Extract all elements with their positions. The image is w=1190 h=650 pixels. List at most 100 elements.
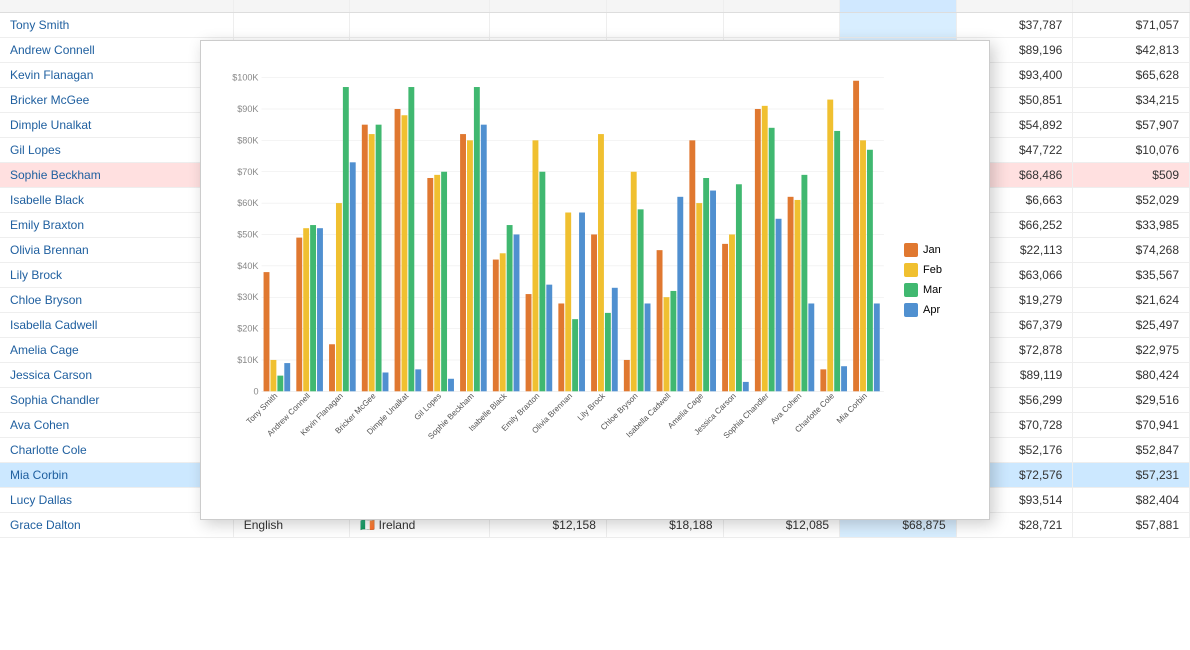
cell-name: Lucy Dallas: [0, 488, 233, 513]
cell-name: Chloe Bryson: [0, 288, 233, 313]
bar: [474, 87, 480, 391]
chart-close-button[interactable]: [973, 49, 981, 53]
col-header-jun: [1073, 0, 1190, 13]
chart-legend: Jan Feb Mar Apr: [894, 56, 974, 504]
cell-jun: $57,907: [1073, 113, 1190, 138]
cell-jan: [490, 13, 607, 38]
cell-jun: $34,215: [1073, 88, 1190, 113]
bar: [841, 366, 847, 391]
legend-label: Jan: [923, 244, 941, 256]
bar: [710, 191, 716, 392]
legend-swatch: [904, 263, 918, 277]
cell-feb: [606, 13, 723, 38]
svg-text:Ava Cohen: Ava Cohen: [769, 391, 804, 426]
bar: [350, 162, 356, 391]
bar: [722, 244, 728, 391]
chart-expand-button[interactable]: [960, 49, 968, 53]
bar: [514, 234, 520, 391]
bar: [383, 372, 389, 391]
bar: [310, 225, 316, 391]
bar: [769, 128, 775, 392]
bar: [296, 238, 302, 392]
col-header-mar: [723, 0, 840, 13]
bar: [834, 131, 840, 391]
bar: [631, 172, 637, 392]
cell-name: Bricker McGee: [0, 88, 233, 113]
col-header-feb: [606, 0, 723, 13]
bar: [565, 213, 571, 392]
cell-name: Olivia Brennan: [0, 238, 233, 263]
legend-label: Feb: [923, 264, 942, 276]
cell-name: Kevin Flanagan: [0, 63, 233, 88]
bar: [755, 109, 761, 391]
col-header-language: [233, 0, 350, 13]
main-container: Tony Smith $37,787 $71,057 Andrew Connel…: [0, 0, 1190, 650]
bar: [441, 172, 447, 392]
chart-toolbar: [960, 49, 981, 53]
svg-text:$80K: $80K: [237, 135, 258, 145]
cell-mar: [723, 13, 840, 38]
bar: [526, 294, 532, 391]
col-header-country: [350, 0, 490, 13]
svg-text:$70K: $70K: [237, 167, 258, 177]
svg-text:$100K: $100K: [232, 73, 258, 83]
bar: [303, 228, 309, 391]
legend-item: Apr: [904, 303, 974, 317]
cell-jun: $42,813: [1073, 38, 1190, 63]
bar: [743, 382, 749, 391]
bar: [689, 140, 695, 391]
bar: [533, 140, 539, 391]
cell-jun: $70,941: [1073, 413, 1190, 438]
bar: [696, 203, 702, 391]
svg-text:$10K: $10K: [237, 355, 258, 365]
bar: [853, 81, 859, 392]
cell-name: Jessica Carson: [0, 363, 233, 388]
bar: [284, 363, 290, 391]
svg-text:$40K: $40K: [237, 261, 258, 271]
bar: [670, 291, 676, 391]
cell-name: Ava Cohen: [0, 413, 233, 438]
bar: [448, 379, 454, 392]
bar: [408, 87, 414, 391]
bar: [788, 197, 794, 391]
cell-jun: $21,624: [1073, 288, 1190, 313]
svg-text:$30K: $30K: [237, 292, 258, 302]
cell-name: Lily Brock: [0, 263, 233, 288]
bar: [415, 369, 421, 391]
svg-text:0: 0: [253, 386, 258, 396]
cell-jun: $71,057: [1073, 13, 1190, 38]
chart-overlay: $100K$90K$80K$70K$60K$50K$40K$30K$20K$10…: [200, 40, 990, 520]
col-header-jan: [490, 0, 607, 13]
legend-item: Feb: [904, 263, 974, 277]
bar: [376, 125, 382, 392]
cell-name: Amelia Cage: [0, 338, 233, 363]
cell-jun: $33,985: [1073, 213, 1190, 238]
svg-text:Mia Corbin: Mia Corbin: [835, 391, 869, 425]
bar: [860, 140, 866, 391]
svg-text:Lily Brock: Lily Brock: [576, 391, 608, 423]
cell-jun: $80,424: [1073, 363, 1190, 388]
bar: [801, 175, 807, 391]
legend-item: Mar: [904, 283, 974, 297]
legend-label: Mar: [923, 284, 942, 296]
bar: [645, 303, 651, 391]
cell-jun: $74,268: [1073, 238, 1190, 263]
legend-label: Apr: [923, 304, 940, 316]
table-row[interactable]: Tony Smith $37,787 $71,057: [0, 13, 1190, 38]
bar: [270, 360, 276, 391]
bar: [460, 134, 466, 391]
bar: [638, 209, 644, 391]
bar: [539, 172, 545, 392]
bar: [493, 260, 499, 392]
cell-name: Tony Smith: [0, 13, 233, 38]
cell-jun: $57,881: [1073, 513, 1190, 538]
bar: [591, 234, 597, 391]
bar: [820, 369, 826, 391]
bar: [369, 134, 375, 391]
bar: [395, 109, 401, 391]
bar: [362, 125, 368, 392]
bar: [434, 175, 440, 391]
bar: [507, 225, 513, 391]
cell-jun: $25,497: [1073, 313, 1190, 338]
svg-text:$90K: $90K: [237, 104, 258, 114]
